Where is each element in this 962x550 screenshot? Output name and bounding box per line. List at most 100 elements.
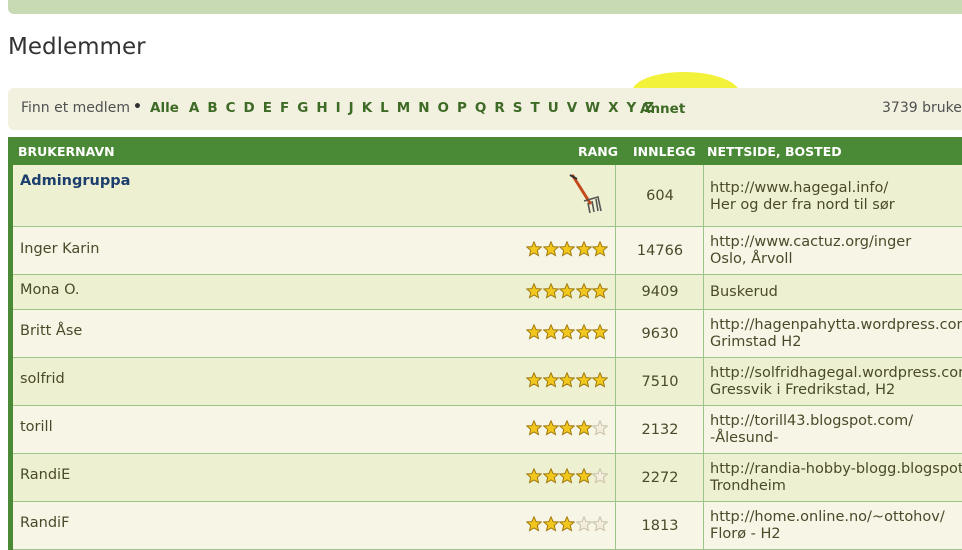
table-row: Inger Karin 14766 http://www.cactuz.org/… [13,227,962,275]
star-filled-icon [542,372,559,388]
letter-link-n[interactable]: N [414,100,433,116]
star-filled-icon [559,468,575,484]
table-row: RandiE 2272 http://randia-hobby-blogg.bl… [13,454,962,502]
star-filled-icon [559,516,575,532]
table-header: BRUKERNAVN RANG INNLEGG NETTSIDE, BOSTED [8,137,962,165]
username-link[interactable]: RandiF [20,515,69,531]
letter-link-p[interactable]: P [453,100,471,116]
letter-link-r[interactable]: R [490,100,508,116]
rank-stars [526,420,609,436]
filter-prompt: Finn et medlem [21,100,130,116]
website-link[interactable]: http://torill43.blogspot.com/ [710,413,913,430]
letter-link-t[interactable]: T [527,100,544,116]
star-filled-icon [526,468,542,484]
letter-link-l[interactable]: L [376,100,393,116]
rank-stars [526,241,609,257]
letter-link-d[interactable]: D [240,100,259,116]
column-header-rank[interactable]: RANG [578,144,618,159]
website-link[interactable]: http://home.online.no/~ottohov/ [710,509,945,526]
letter-link-m[interactable]: M [393,100,414,116]
letter-link-e[interactable]: E [259,100,276,116]
star-filled-icon [526,283,542,299]
letter-link-q[interactable]: Q [471,100,490,116]
star-filled-icon [526,372,542,388]
website-link[interactable]: http://www.hagegal.info/ [710,180,888,197]
star-filled-icon [542,420,559,436]
letter-link-i[interactable]: I [332,100,345,116]
letter-links: Alle A B C D E F G H I J K L M N O P Q R… [146,100,658,116]
location-text: Trondheim [710,478,786,494]
table-row: solfrid 7510 http://solfridhagegal.wordp… [13,358,962,406]
username-link[interactable]: Britt Åse [20,323,82,339]
username-link[interactable]: solfrid [20,371,65,387]
post-count: 9630 [641,326,679,342]
website-link[interactable]: http://solfridhagegal.wordpress.com [710,365,962,382]
website-link[interactable]: http://hagenpahytta.wordpress.com/ [710,317,962,334]
username-link[interactable]: Admingruppa [20,173,130,189]
username-link[interactable]: torill [20,419,53,435]
star-filled-icon [575,420,592,436]
letter-link-a[interactable]: A [185,100,203,116]
username-link[interactable]: Mona O. [20,282,80,298]
post-count: 2132 [641,422,679,438]
letter-link-k[interactable]: K [358,100,376,116]
star-filled-icon [559,324,575,340]
location-text: Grimstad H2 [710,334,802,350]
letter-link-o[interactable]: O [434,100,453,116]
star-filled-icon [559,283,575,299]
member-table: BRUKERNAVN RANG INNLEGG NETTSIDE, BOSTED… [8,137,962,550]
filter-all-link[interactable]: Alle [146,100,185,116]
star-filled-icon [592,324,608,340]
table-row: Britt Åse 9630 http://hagenpahytta.wordp… [13,310,962,358]
website-link[interactable]: http://www.cactuz.org/inger [710,234,911,251]
letter-link-h[interactable]: H [312,100,331,116]
star-filled-icon [592,283,608,299]
letter-link-u[interactable]: U [544,100,563,116]
star-filled-icon [559,372,575,388]
username-link[interactable]: RandiE [20,467,70,483]
star-filled-icon [575,372,592,388]
website-link[interactable]: http://randia-hobby-blogg.blogspot. [710,461,962,478]
star-filled-icon [526,324,542,340]
letter-link-w[interactable]: W [581,100,604,116]
table-row: Mona O. 9409 Buskerud [13,275,962,310]
letter-link-x[interactable]: X [604,100,622,116]
star-filled-icon [542,516,559,532]
member-filter-bar: Finn et medlem • Alle A B C D E F G H I … [8,88,962,130]
letter-link-v[interactable]: V [563,100,581,116]
letter-link-c[interactable]: C [222,100,240,116]
letter-link-g[interactable]: G [293,100,312,116]
location-text: Her og der fra nord til sør [710,197,895,213]
letter-link-j[interactable]: J [345,100,358,116]
star-empty-icon [592,468,608,484]
rake-icon [568,173,604,221]
star-filled-icon [575,241,592,257]
star-filled-icon [592,372,608,388]
filter-other-link[interactable]: Annet [640,101,685,117]
letter-link-b[interactable]: B [203,100,221,116]
top-bar [8,0,962,14]
username-link[interactable]: Inger Karin [20,241,99,257]
star-filled-icon [575,324,592,340]
letter-link-f[interactable]: F [276,100,293,116]
star-filled-icon [542,468,559,484]
column-header-website[interactable]: NETTSIDE, BOSTED [707,144,842,159]
letter-link-y[interactable]: Y [623,100,641,116]
post-count: 1813 [641,518,679,534]
star-filled-icon [592,241,608,257]
table-row: torill 2132 http://torill43.blogspot.com… [13,406,962,454]
location-text: Gressvik i Fredrikstad, H2 [710,382,896,398]
column-header-username[interactable]: BRUKERNAVN [18,144,115,159]
rank-stars [526,324,609,340]
star-filled-icon [526,241,542,257]
post-count: 14766 [636,243,684,259]
star-filled-icon [542,283,559,299]
rank-stars [526,283,609,299]
column-header-posts[interactable]: INNLEGG [633,144,696,159]
letter-link-s[interactable]: S [509,100,527,116]
star-filled-icon [542,324,559,340]
star-empty-icon [575,516,592,532]
page-title: Medlemmer [8,34,146,60]
star-filled-icon [542,241,559,257]
post-count: 7510 [641,374,679,390]
